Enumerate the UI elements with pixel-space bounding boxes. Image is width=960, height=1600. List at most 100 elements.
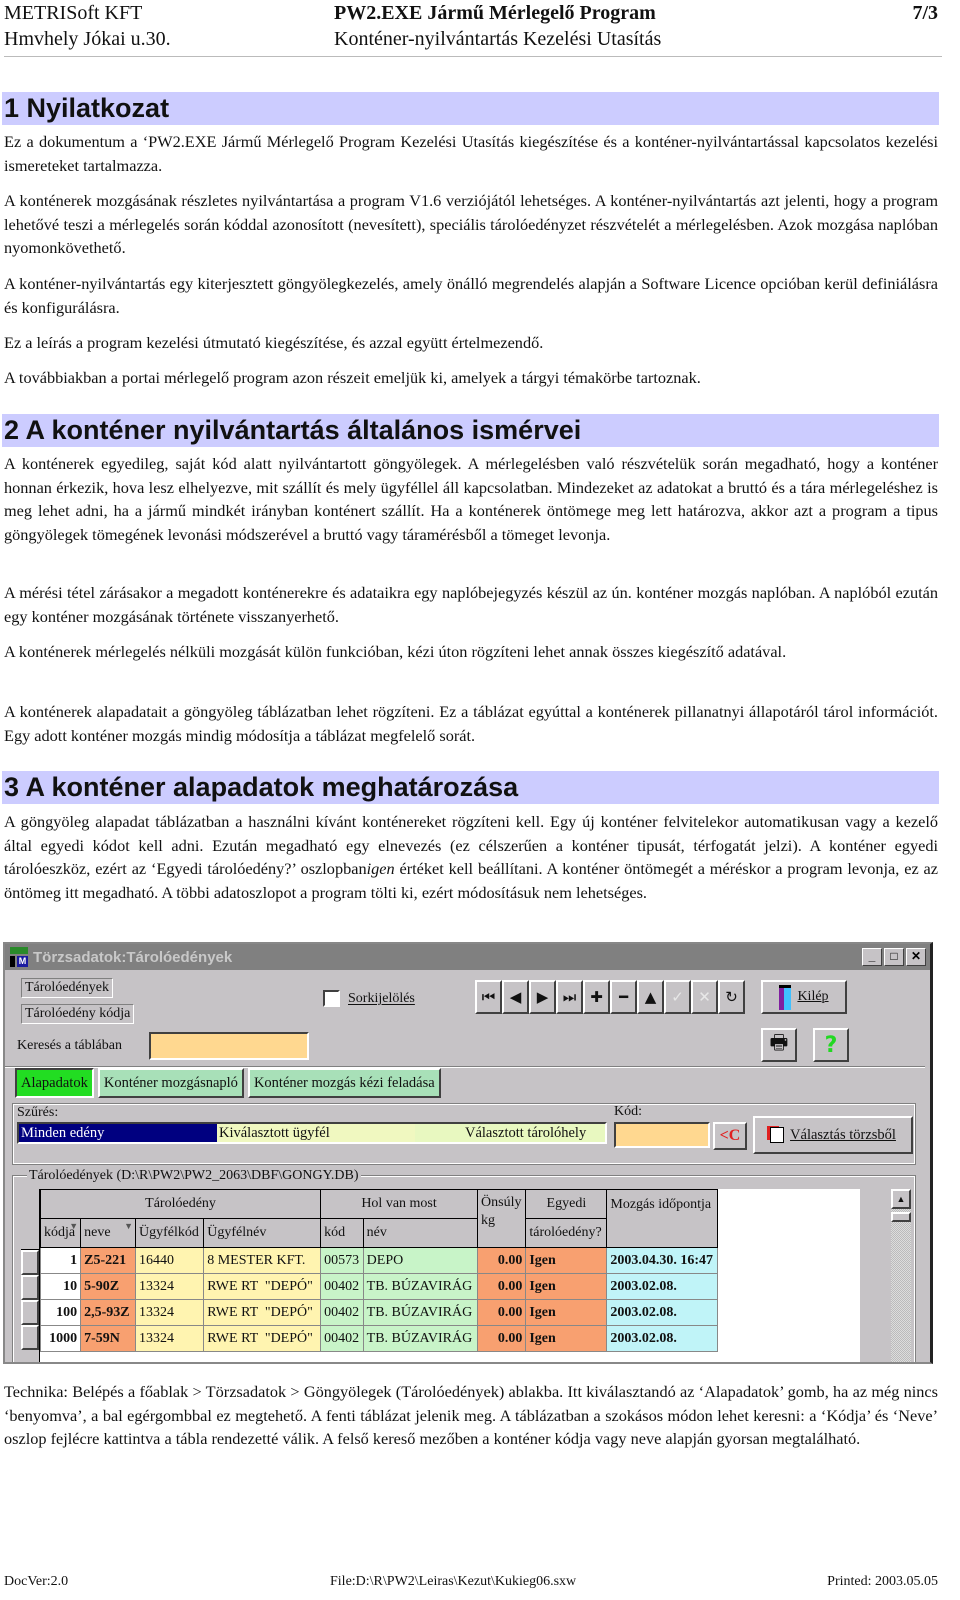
insert-record-button[interactable]: ✚ (583, 980, 610, 1014)
filter-option-selected-location[interactable]: Választott tárolóhely (415, 1124, 605, 1142)
row-select-checkbox[interactable] (323, 990, 340, 1007)
delete-record-button[interactable]: ━ (610, 980, 637, 1014)
window-titlebar[interactable]: M Törzsadatok:Tárolóedények _ □ ✕ (5, 944, 930, 970)
cell-location-code[interactable]: 00573 (320, 1247, 364, 1274)
column-header-unique-container[interactable]: tárolóedény? (525, 1218, 608, 1248)
code-input[interactable] (614, 1122, 710, 1148)
exit-door-icon (779, 984, 792, 1010)
cell-name[interactable]: 2,5-93Z (80, 1299, 137, 1326)
scroll-up-button[interactable]: ▲ (891, 1189, 911, 1209)
select-document-icon (770, 1127, 785, 1143)
print-button[interactable]: 🖶 (761, 1028, 797, 1062)
tab-container-movement-log[interactable]: Konténer mozgásnapló (97, 1068, 244, 1098)
printer-icon: 🖶 (769, 1030, 789, 1054)
tab-container-manual-movement[interactable]: Konténer mozgás kézi feladása (247, 1068, 441, 1098)
section-1-paragraph: A konténer-nyilvántartás egy kiterjeszte… (4, 274, 938, 317)
cell-client-name[interactable]: RWE RT "DEPÓ" (203, 1325, 322, 1352)
column-header-client-name[interactable]: Ügyfélnév (203, 1218, 322, 1248)
column-header-movement-time[interactable]: Mozgás időpontja (606, 1189, 718, 1248)
row-select-checkbox-group[interactable]: Sorkijelölés (323, 990, 415, 1007)
cell-weight[interactable]: 0.00 (477, 1247, 527, 1274)
search-input[interactable] (149, 1032, 309, 1060)
section-1-paragraph: A konténerek mozgásának részletes nyilvá… (4, 191, 938, 257)
cell-location-code[interactable]: 00402 (320, 1325, 364, 1352)
scrollbar-thumb[interactable] (891, 1212, 911, 1222)
post-record-button[interactable]: ✓ (664, 980, 691, 1014)
cell-location-name[interactable]: TB. BÚZAVIRÁG (362, 1273, 479, 1300)
filter-option-selected-client[interactable]: Kiválasztott ügyfél (217, 1124, 415, 1142)
next-record-button[interactable]: ▶ (529, 980, 556, 1014)
cell-code[interactable]: 100 (39, 1299, 82, 1326)
program-title: PW2.EXE Jármű Mérlegelő Program (334, 2, 656, 24)
section-2-heading: 2 A konténer nyilvántartás általános ism… (2, 414, 939, 447)
filter-radio-group[interactable]: Minden edény Kiválasztott ügyfél Választ… (17, 1122, 607, 1144)
exit-button[interactable]: Kilép (761, 980, 847, 1014)
company-name: METRISoft KFT (4, 2, 143, 24)
cell-name[interactable]: 5-90Z (80, 1273, 137, 1300)
cell-name[interactable]: Z5-221 (80, 1247, 137, 1274)
maximize-button[interactable]: □ (884, 948, 904, 966)
cell-unique[interactable]: Igen (525, 1325, 608, 1352)
row-indicator[interactable] (21, 1275, 39, 1300)
cell-unique[interactable]: Igen (525, 1247, 608, 1274)
edit-record-button[interactable]: ▲ (637, 980, 664, 1014)
help-button[interactable]: ? (813, 1028, 849, 1062)
row-indicator[interactable] (21, 1325, 39, 1350)
cell-code[interactable]: 1 (39, 1247, 82, 1274)
last-record-button[interactable]: ⏭ (556, 980, 583, 1014)
groupbox-title: Tárolóedények (D:\R\PW2\PW2_2063\DBF\GON… (27, 1168, 361, 1184)
cell-location-name[interactable]: DEPO (362, 1247, 479, 1274)
tab-alapadatok[interactable]: Alapadatok (15, 1068, 94, 1098)
column-header-client-code[interactable]: Ügyfélkód (135, 1218, 205, 1248)
cell-client-name[interactable]: RWE RT "DEPÓ" (203, 1299, 322, 1326)
footer-printed-date: Printed: 2003.05.05 (827, 1574, 938, 1589)
cell-location-name[interactable]: TB. BÚZAVIRÁG (362, 1299, 479, 1326)
row-indicator[interactable] (21, 1300, 39, 1325)
cell-movement-time[interactable]: 2003.02.08. (606, 1299, 718, 1326)
footer-file-path: File:D:\R\PW2\Leiras\Kezut\Kukieg06.sxw (330, 1574, 577, 1589)
group-header-location: Hol van most (320, 1189, 479, 1219)
cell-client-code[interactable]: 13324 (135, 1325, 205, 1352)
app-icon: M (9, 947, 29, 967)
cell-client-name[interactable]: 8 MESTER KFT. (203, 1247, 322, 1274)
cell-client-code[interactable]: 13324 (135, 1273, 205, 1300)
column-header-location-code[interactable]: kód (320, 1218, 364, 1248)
filter-option-all[interactable]: Minden edény (19, 1124, 217, 1142)
column-header-weight[interactable]: Önsúly kg (477, 1189, 527, 1248)
column-header-code[interactable]: kódja ▼ (39, 1218, 82, 1248)
clear-code-button[interactable]: <C (713, 1122, 747, 1150)
cell-location-code[interactable]: 00402 (320, 1273, 364, 1300)
footer-doc-version: DocVer:2.0 (4, 1574, 69, 1589)
cell-unique[interactable]: Igen (525, 1299, 608, 1326)
cell-movement-time[interactable]: 2003.02.08. (606, 1273, 718, 1300)
cell-weight[interactable]: 0.00 (477, 1299, 527, 1326)
cell-name[interactable]: 7-59N (80, 1325, 137, 1352)
refresh-button[interactable]: ↻ (718, 980, 745, 1014)
cell-code[interactable]: 10 (39, 1273, 82, 1300)
sort-indicator-icon: ▼ (124, 1221, 134, 1231)
cell-weight[interactable]: 0.00 (477, 1273, 527, 1300)
cell-movement-time[interactable]: 2003.04.30. 16:47 (606, 1247, 718, 1274)
cancel-record-button[interactable]: ✕ (691, 980, 718, 1014)
cell-location-code[interactable]: 00402 (320, 1299, 364, 1326)
column-header-location-name[interactable]: név (362, 1218, 479, 1248)
table-row[interactable]: 10 5-90Z 13324 RWE RT "DEPÓ" 00402 TB. BÚZAVI… (39, 1273, 718, 1300)
cell-client-name[interactable]: RWE RT "DEPÓ" (203, 1273, 322, 1300)
first-record-button[interactable]: ⏮ (475, 980, 502, 1014)
table-row[interactable]: 1 Z5-221 16440 8 MESTER KFT. 00573 DEPO 0.00 Ig… (39, 1247, 718, 1274)
close-button[interactable]: ✕ (906, 948, 926, 966)
column-header-name[interactable]: neve ▼ (80, 1218, 137, 1248)
minimize-button[interactable]: _ (862, 948, 882, 966)
cell-client-code[interactable]: 16440 (135, 1247, 205, 1274)
select-from-master-button[interactable]: Választás törzsből (753, 1116, 913, 1154)
cell-code[interactable]: 1000 (39, 1325, 82, 1352)
cell-movement-time[interactable]: 2003.02.08. (606, 1325, 718, 1352)
cell-location-name[interactable]: TB. BÚZAVIRÁG (362, 1325, 479, 1352)
cell-unique[interactable]: Igen (525, 1273, 608, 1300)
table-row[interactable]: 1000 7-59N 13324 RWE RT "DEPÓ" 00402 TB. BÚZA… (39, 1325, 718, 1352)
prior-record-button[interactable]: ◀ (502, 980, 529, 1014)
cell-weight[interactable]: 0.00 (477, 1325, 527, 1352)
table-row[interactable]: 100 2,5-93Z 13324 RWE RT "DEPÓ" 00402 TB. BÚZ… (39, 1299, 718, 1326)
cell-client-code[interactable]: 13324 (135, 1299, 205, 1326)
row-indicator[interactable] (21, 1250, 39, 1275)
